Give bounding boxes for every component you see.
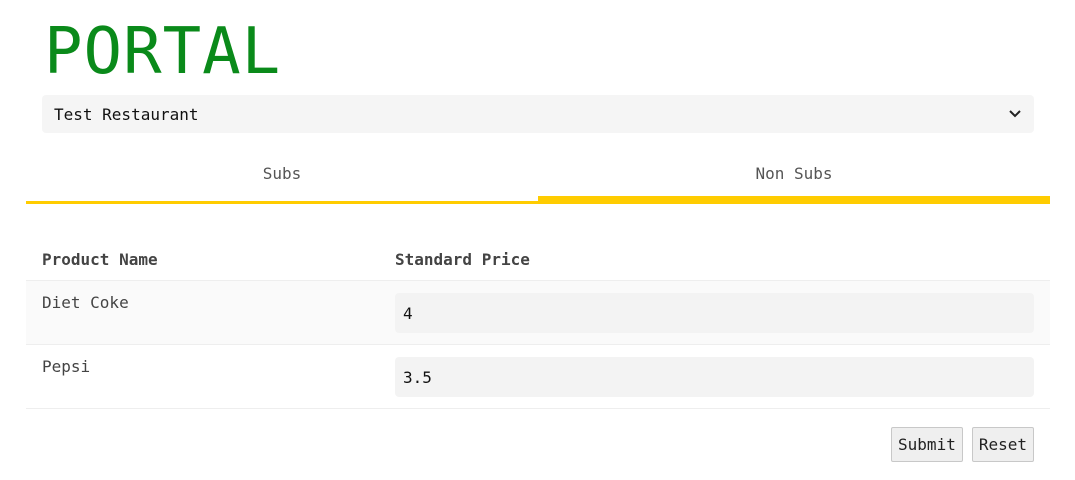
tab-subs-label: Subs	[262, 164, 302, 183]
tab-non-subs[interactable]: Non Subs	[538, 154, 1050, 204]
restaurant-select-value: Test Restaurant	[54, 104, 199, 124]
table-row: Diet Coke	[26, 281, 1050, 345]
tab-bar: Subs Non Subs	[26, 154, 1050, 204]
standard-price-input[interactable]	[395, 293, 1034, 333]
column-header-product-name: Product Name	[42, 249, 158, 269]
price-table: Product Name Standard Price Diet Coke Pe…	[26, 238, 1050, 409]
chevron-down-icon	[1008, 107, 1022, 121]
form-actions: Submit Reset	[891, 427, 1034, 462]
table-header: Product Name Standard Price	[26, 238, 1050, 281]
column-header-standard-price: Standard Price	[395, 249, 530, 269]
reset-button[interactable]: Reset	[971, 427, 1034, 462]
page-title: PORTAL	[44, 15, 282, 89]
product-name-cell: Diet Coke	[42, 293, 129, 312]
table-row: Pepsi	[26, 345, 1050, 409]
tab-subs[interactable]: Subs	[26, 154, 538, 204]
submit-button[interactable]: Submit	[891, 427, 963, 462]
tab-non-subs-label: Non Subs	[755, 164, 833, 183]
standard-price-input[interactable]	[395, 357, 1034, 397]
restaurant-select[interactable]: Test Restaurant	[42, 95, 1034, 133]
portal-page: PORTAL Test Restaurant Subs Non Subs Pro…	[0, 0, 1075, 480]
product-name-cell: Pepsi	[42, 357, 91, 376]
